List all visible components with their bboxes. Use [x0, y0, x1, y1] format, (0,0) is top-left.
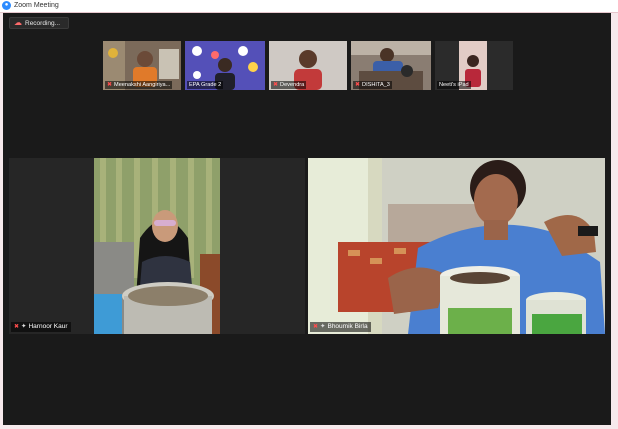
- participant-name: Devendra: [280, 82, 305, 88]
- participant-name-tag: ✖ ✦ Harnoor Kaur: [11, 322, 71, 332]
- participant-thumb[interactable]: ✖ Devendra: [269, 41, 347, 90]
- window-titlebar: ● Zoom Meeting: [0, 0, 618, 13]
- participant-name: Meenakshi Aangiriya...: [114, 82, 171, 88]
- muted-mic-icon: ✖: [107, 82, 113, 88]
- video-tile[interactable]: ✖ ✦ Bhoumik Birla: [308, 158, 605, 334]
- pin-icon: ✦: [320, 323, 326, 330]
- participant-video: [94, 158, 220, 334]
- muted-mic-icon: ✖: [14, 324, 20, 330]
- recording-indicator[interactable]: ☁ Recording...: [9, 17, 69, 29]
- participant-name: EPA Grade 2: [189, 82, 222, 88]
- participant-name-tag: Neeti's iPad: [437, 81, 471, 89]
- participant-thumb[interactable]: ✖ DISHITA_3: [351, 41, 431, 90]
- participant-name-tag: ✖ DISHITA_3: [353, 81, 392, 89]
- muted-mic-icon: ✖: [273, 82, 279, 88]
- participant-name: DISHITA_3: [362, 82, 390, 88]
- pin-icon: ✦: [21, 323, 27, 330]
- video-tile[interactable]: ✖ ✦ Harnoor Kaur: [9, 158, 305, 334]
- participant-name: Harnoor Kaur: [28, 323, 68, 330]
- participant-thumb[interactable]: EPA Grade 2: [185, 41, 265, 90]
- muted-mic-icon: ✖: [355, 82, 361, 88]
- participant-video: [308, 158, 605, 334]
- muted-mic-icon: ✖: [313, 324, 319, 330]
- participant-thumb[interactable]: Neeti's iPad: [435, 41, 513, 90]
- participant-name: Bhoumik Birla: [327, 323, 368, 330]
- participant-name-tag: EPA Grade 2: [187, 81, 224, 89]
- zoom-app-icon: ●: [2, 1, 11, 10]
- participant-thumb[interactable]: ✖ Meenakshi Aangiriya...: [103, 41, 181, 90]
- participant-name-tag: ✖ Devendra: [271, 81, 307, 89]
- participant-name-tag: ✖ ✦ Bhoumik Birla: [310, 322, 371, 332]
- participant-name: Neeti's iPad: [439, 82, 469, 88]
- recording-label: Recording...: [25, 19, 61, 27]
- cloud-recording-icon: ☁: [14, 18, 22, 27]
- meeting-window: ☁ Recording... ✖Meenakshi Aangiriya...: [3, 13, 611, 425]
- window-title: Zoom Meeting: [14, 2, 59, 9]
- participant-name-tag: ✖ Meenakshi Aangiriya...: [105, 81, 173, 89]
